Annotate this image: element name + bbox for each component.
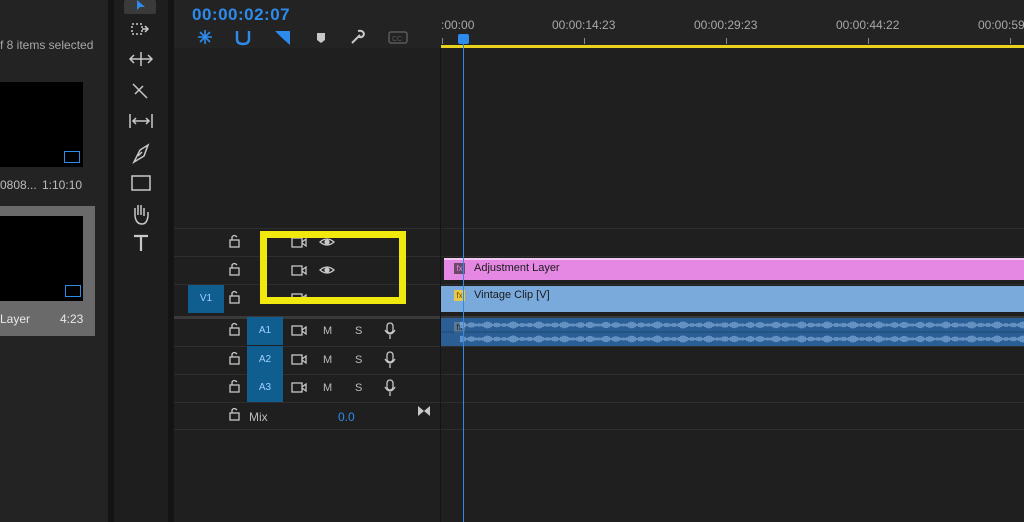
ruler-tick — [442, 38, 443, 44]
lock-icon — [229, 407, 240, 421]
selection-status: f 8 items selected — [0, 38, 94, 52]
ruler-tick — [868, 38, 869, 44]
sync-lock-icon — [291, 382, 307, 393]
playhead-line[interactable] — [463, 36, 464, 522]
item-name: 0808... — [0, 178, 37, 192]
microphone-icon — [384, 351, 396, 368]
nest-icon — [198, 30, 212, 44]
sync-lock-icon — [291, 354, 307, 365]
mute-button[interactable]: M — [323, 325, 332, 337]
tools-icons — [124, 0, 156, 251]
svg-text:CC: CC — [392, 36, 402, 43]
ruler-tick — [726, 38, 727, 44]
lock-icon — [229, 234, 240, 248]
ruler-label: 00:00:29:23 — [694, 18, 758, 32]
solo-button[interactable]: S — [355, 382, 362, 394]
slip-icon — [129, 114, 153, 128]
lock-icon — [229, 290, 240, 304]
wrench-icon — [351, 29, 366, 44]
type-icon — [134, 234, 148, 251]
clip-thumbnail[interactable] — [0, 82, 83, 167]
solo-button[interactable]: S — [355, 354, 362, 366]
lock-icon — [229, 322, 240, 336]
mute-button[interactable]: M — [323, 354, 332, 366]
ruler-label: 00:00:44:22 — [836, 18, 900, 32]
lock-icon — [229, 262, 240, 276]
playhead-timecode[interactable]: 00:00:02:07 — [192, 5, 290, 25]
item-duration: 4:23 — [60, 312, 84, 326]
toggle-mix-icon — [418, 406, 430, 416]
ruler-tick — [584, 38, 585, 44]
ruler-label: 00:00:14:23 — [552, 18, 616, 32]
vintage-clip[interactable]: fx Vintage Clip [V] — [441, 286, 1024, 312]
header-divider — [440, 48, 441, 522]
timeline-controls: CC — [198, 29, 408, 46]
microphone-icon — [384, 379, 396, 396]
sequence-icon — [64, 151, 80, 163]
highlight-box — [260, 231, 406, 304]
item-duration: 1:10:10 — [42, 178, 83, 192]
rectangle-icon — [131, 175, 151, 191]
mix-volume-value[interactable]: 0.0 — [338, 410, 355, 424]
pen-icon — [132, 143, 150, 164]
ruler-tick — [1010, 38, 1011, 44]
ripple-edit-icon — [128, 52, 154, 66]
selected-item[interactable]: Layer 4:23 — [0, 206, 95, 336]
solo-button[interactable]: S — [355, 325, 362, 337]
lock-icon — [229, 351, 240, 365]
sequence-icon — [65, 285, 81, 297]
add-marker-icon — [317, 33, 325, 43]
snap-magnet-icon — [235, 31, 251, 46]
project-panel: f 8 items selected 0808... 1:10:10 Layer… — [0, 0, 108, 522]
mute-button[interactable]: M — [323, 382, 332, 394]
razor-icon — [132, 83, 148, 99]
ruler-label: 00:00:59 — [978, 18, 1024, 32]
clip-name: Vintage Clip [V] — [474, 289, 550, 301]
ruler-label: :00:00 — [441, 18, 475, 32]
playhead-handle[interactable] — [458, 34, 469, 44]
sync-lock-icon — [291, 325, 307, 336]
track-select-icon — [131, 23, 143, 35]
clip-thumbnail[interactable] — [0, 216, 83, 301]
mix-label: Mix — [249, 410, 268, 424]
audio-clip[interactable]: fx — [441, 318, 1024, 346]
item-name: Layer — [0, 312, 31, 326]
hand-icon — [134, 205, 149, 225]
audio-waveform — [441, 321, 1024, 343]
microphone-icon — [384, 322, 396, 339]
clip-name: Adjustment Layer — [474, 262, 560, 274]
lock-icon — [229, 379, 240, 393]
adjustment-layer-clip[interactable]: fx Adjustment Layer — [444, 258, 1024, 280]
